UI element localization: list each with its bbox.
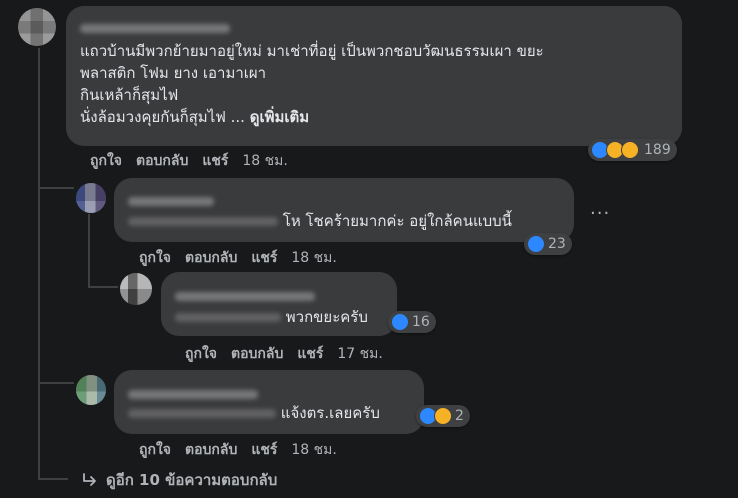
reply-bubble: พวกขยะครับ — [161, 272, 397, 336]
like-button[interactable]: ถูกใจ — [139, 247, 171, 269]
thread-connector-2 — [88, 286, 118, 288]
share-button[interactable]: แชร์ — [251, 247, 277, 269]
reply-button[interactable]: ตอบกลับ — [185, 247, 237, 269]
reply-button[interactable]: ตอบกลับ — [185, 439, 237, 461]
comment-line: นั่งล้อมวงคุยกันก็สุมไฟ ... — [80, 108, 250, 126]
reaction-count: 189 — [644, 142, 671, 158]
share-button[interactable]: แชร์ — [251, 439, 277, 461]
reply-actions: ถูกใจ ตอบกลับ แชร์ 17 ชม. — [185, 343, 383, 365]
reply-text: พวกขยะครับ — [285, 308, 368, 326]
like-icon — [391, 313, 409, 331]
share-button[interactable]: แชร์ — [202, 150, 228, 172]
like-button[interactable]: ถูกใจ — [90, 150, 122, 172]
reply-bubble: แจ้งตร.เลยครับ — [114, 370, 424, 434]
comment-line: พลาสติก โฟม ยาง เอามาเผา — [80, 64, 267, 82]
author-name[interactable] — [128, 191, 214, 210]
timestamp[interactable]: 18 ชม. — [291, 247, 336, 269]
reaction-summary[interactable]: 189 — [588, 139, 677, 161]
haha-icon — [621, 141, 639, 159]
reply-button[interactable]: ตอบกลับ — [231, 343, 283, 365]
mentioned-user[interactable] — [128, 217, 278, 226]
reaction-summary[interactable]: 16 — [388, 311, 436, 333]
reaction-count: 2 — [455, 408, 464, 424]
reply-button[interactable]: ตอบกลับ — [136, 150, 188, 172]
reaction-count: 16 — [412, 314, 430, 330]
like-button[interactable]: ถูกใจ — [139, 439, 171, 461]
avatar[interactable] — [120, 273, 152, 305]
reply-arrow-icon — [83, 473, 96, 486]
author-name[interactable] — [128, 384, 258, 403]
thread-connector-3 — [38, 382, 74, 384]
comment-line: กินเหล้าก็สุมไฟ — [80, 86, 179, 104]
mentioned-user[interactable] — [128, 409, 276, 418]
reply-bubble: โห โชคร้ายมากค่ะ อยู่ใกล้คนแบบนี้ — [114, 178, 574, 242]
reaction-count: 23 — [548, 236, 566, 252]
thread-connector-4 — [38, 478, 68, 480]
reaction-summary[interactable]: 2 — [416, 405, 470, 427]
share-button[interactable]: แชร์ — [297, 343, 323, 365]
like-button[interactable]: ถูกใจ — [185, 343, 217, 365]
thread-line-nested — [88, 214, 90, 288]
mentioned-user[interactable] — [175, 313, 281, 322]
timestamp[interactable]: 18 ชม. — [291, 439, 336, 461]
reply-text: โห โชคร้ายมากค่ะ อยู่ใกล้คนแบบนี้ — [282, 212, 512, 230]
reply-actions: ถูกใจ ตอบกลับ แชร์ 18 ชม. — [139, 247, 337, 269]
timestamp[interactable]: 18 ชม. — [242, 150, 287, 172]
comment-bubble: แถวบ้านมีพวกย้ายมาอยู่ใหม่ มาเช่าที่อยู่… — [66, 6, 682, 146]
reply-actions: ถูกใจ ตอบกลับ แชร์ 18 ชม. — [139, 439, 337, 461]
like-icon — [527, 235, 545, 253]
reaction-summary[interactable]: 23 — [524, 233, 572, 255]
see-more-link[interactable]: ดูเพิ่มเติม — [250, 108, 309, 126]
thread-connector-1 — [38, 187, 74, 189]
reply-text: แจ้งตร.เลยครับ — [280, 404, 380, 422]
avatar[interactable] — [76, 375, 106, 405]
comment-text: แถวบ้านมีพวกย้ายมาอยู่ใหม่ มาเช่าที่อยู่… — [80, 40, 676, 128]
more-options-button[interactable]: ... — [590, 198, 610, 219]
avatar[interactable] — [18, 8, 56, 46]
haha-icon — [434, 407, 452, 425]
comment-actions: ถูกใจ ตอบกลับ แชร์ 18 ชม. — [90, 150, 288, 172]
view-more-replies-label: ดูอีก 10 ข้อความตอบกลับ — [106, 471, 278, 489]
view-more-replies-link[interactable]: ดูอีก 10 ข้อความตอบกลับ — [82, 468, 277, 492]
timestamp[interactable]: 17 ชม. — [337, 343, 382, 365]
thread-line-main — [38, 48, 40, 480]
avatar[interactable] — [76, 183, 106, 213]
author-name[interactable] — [80, 18, 230, 37]
comment-line: แถวบ้านมีพวกย้ายมาอยู่ใหม่ มาเช่าที่อยู่… — [80, 42, 544, 60]
author-name[interactable] — [175, 286, 315, 305]
